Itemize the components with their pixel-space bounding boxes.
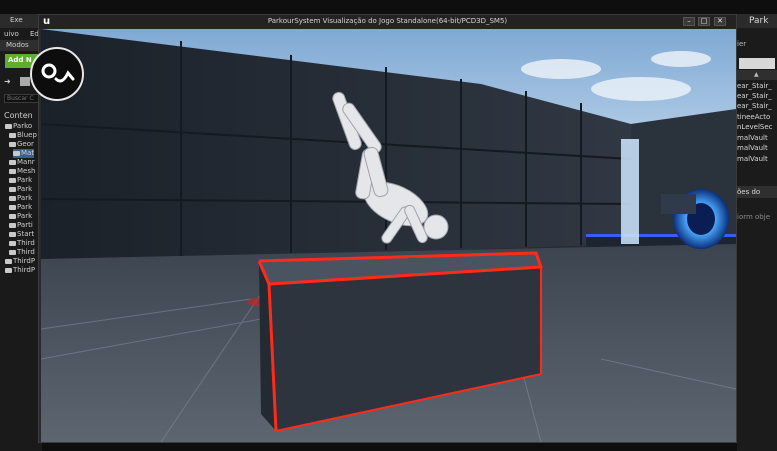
folder-icon: [5, 267, 12, 273]
tree-item[interactable]: Park: [9, 176, 32, 185]
tree-item[interactable]: ThirdP: [5, 257, 35, 266]
details-header: ões do: [737, 186, 777, 198]
folder-icon: [9, 159, 16, 165]
outliner-column-header: ▲: [737, 70, 777, 80]
menu-file[interactable]: uivo: [4, 30, 19, 39]
tree-item[interactable]: ThirdP: [5, 266, 35, 275]
ue-logo: [30, 47, 84, 101]
modes-label[interactable]: Modos: [6, 41, 29, 50]
details-hint: iorm obje: [737, 213, 771, 221]
folder-icon: [5, 258, 12, 264]
tree-item[interactable]: Manr: [9, 158, 35, 167]
game-viewport[interactable]: [41, 29, 736, 442]
editor-tab-bar: Exe: [0, 14, 42, 28]
window-titlebar[interactable]: u ParkourSystem Visualização do Jogo Sta…: [39, 15, 736, 29]
content-search-placeholder: Buscar C: [7, 95, 34, 102]
editor-right-panel: Park ier ▲ ear_Stair_ ear_Stair_ ear_Sta…: [737, 14, 777, 451]
tree-item[interactable]: Parti: [9, 221, 33, 230]
close-button[interactable]: ✕: [714, 17, 726, 26]
content-root[interactable]: Conten: [4, 111, 33, 120]
outliner-item[interactable]: nLevelSec: [737, 123, 773, 132]
folder-icon: [9, 249, 16, 255]
tree-item[interactable]: Park: [9, 203, 32, 212]
folder-icon: [9, 177, 16, 183]
outliner-item[interactable]: ear_Stair_: [737, 102, 772, 111]
maximize-button[interactable]: □: [698, 17, 710, 26]
folder-icon: [9, 231, 16, 237]
tree-item[interactable]: Park: [9, 185, 32, 194]
folder-icon: [9, 141, 16, 147]
tree-item[interactable]: Mesh: [9, 167, 35, 176]
folder-icon: [5, 123, 12, 129]
minimize-button[interactable]: –: [683, 17, 695, 26]
folder-icon: [9, 168, 16, 174]
logo-glyph: [41, 63, 75, 83]
folder-icon: [13, 150, 20, 156]
editor-tab-label[interactable]: Exe: [10, 16, 23, 25]
tree-item[interactable]: Bluep: [9, 131, 37, 140]
window-title: ParkourSystem Visualização do Jogo Stand…: [267, 17, 508, 25]
folder-icon: [9, 195, 16, 201]
outliner-header: ier: [737, 40, 747, 48]
outliner-search[interactable]: [739, 58, 775, 69]
arrow-right-icon[interactable]: ➜: [4, 77, 14, 86]
tree-item[interactable]: Start: [9, 230, 34, 239]
outliner-tab-label[interactable]: Park: [749, 16, 768, 26]
folder-icon: [9, 204, 16, 210]
tree-item-selected[interactable]: Mat: [13, 149, 35, 158]
outliner-tab-bar: Park: [737, 14, 777, 28]
outliner-item[interactable]: malVault: [737, 134, 768, 143]
folder-icon: [9, 132, 16, 138]
folder-icon: [9, 186, 16, 192]
sort-arrow-icon[interactable]: ▲: [754, 71, 759, 78]
folder-icon: [9, 213, 16, 219]
folder-icon: [9, 240, 16, 246]
save-icon[interactable]: [20, 77, 30, 86]
outliner-item[interactable]: tineeActo: [737, 113, 770, 122]
game-scene: [41, 29, 736, 442]
details-header-label[interactable]: ões do: [737, 188, 760, 197]
tree-item[interactable]: Geor: [9, 140, 34, 149]
tree-item[interactable]: Third: [9, 248, 35, 257]
outliner-item[interactable]: ear_Stair_: [737, 92, 772, 101]
outliner-item[interactable]: malVault: [737, 155, 768, 164]
tree-item[interactable]: Third: [9, 239, 35, 248]
tree-item[interactable]: Parko: [5, 122, 32, 131]
add-new-label: Add N: [8, 56, 32, 64]
game-window: u ParkourSystem Visualização do Jogo Sta…: [38, 14, 737, 443]
tree-item[interactable]: Park: [9, 194, 32, 203]
folder-icon: [9, 222, 16, 228]
outliner-item[interactable]: malVault: [737, 144, 768, 153]
tree-item[interactable]: Park: [9, 212, 32, 221]
outliner-item[interactable]: ear_Stair_: [737, 82, 772, 91]
